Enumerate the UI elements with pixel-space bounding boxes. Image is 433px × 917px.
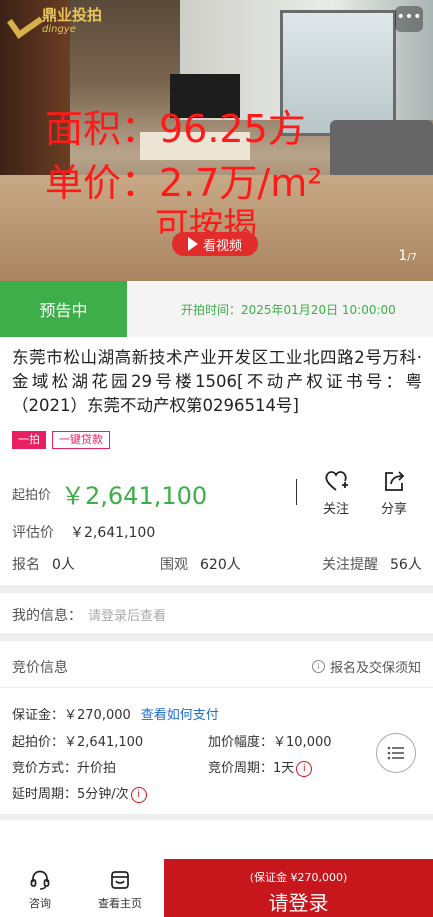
pager-total: /7 — [407, 252, 417, 263]
cycle-row: 竞价周期：1天 i — [208, 757, 313, 777]
follow-label: 关注 — [322, 502, 349, 517]
how-to-pay-link[interactable]: 查看如何支付 — [141, 708, 219, 723]
deposit-row: 保证金：￥270,000 查看如何支付 — [12, 704, 219, 723]
pager-current: 1 — [398, 248, 408, 264]
stat-watch: 围观 620人 — [160, 554, 241, 574]
bid-start-label: 起拍价： — [12, 735, 65, 750]
start-price-value: ￥2,641,100 — [61, 482, 208, 510]
watch-video-label: 看视频 — [202, 238, 242, 254]
property-title: 东莞市松山湖高新技术产业开发区工业北四路2号万科·金域松湖花园29号楼1506[… — [12, 348, 422, 415]
method-label: 竞价方式： — [12, 761, 78, 776]
follow-button[interactable]: 关注 — [316, 468, 356, 517]
estimate-price: 评估价 ￥2,641,100 — [12, 522, 155, 542]
heart-plus-icon — [325, 471, 348, 491]
logo-text-en: dingye — [42, 23, 76, 35]
stat-remind: 关注提醒 56人 — [322, 554, 422, 574]
bidding-notice-label: 报名及交保须知 — [329, 661, 421, 676]
stat-signup-label: 报名 — [12, 557, 40, 573]
estimate-label: 评估价 — [12, 525, 54, 541]
bidding-notice-link[interactable]: i 报名及交保须知 — [311, 657, 421, 676]
hero-image[interactable]: 鼎业投拍 dingye ••• 面积：96.25方 单价：2.7万/m² 可按揭… — [0, 0, 433, 281]
start-price: 起拍价 ￥2,641,100 — [12, 476, 207, 511]
deposit-value: ￥270,000 — [64, 708, 131, 723]
home-button[interactable]: 查看主页 — [80, 859, 160, 917]
section-divider — [0, 585, 433, 593]
start-price-label: 起拍价 — [12, 488, 52, 503]
stat-signup-value: 0人 — [52, 557, 75, 573]
more-options-button[interactable]: ••• — [395, 6, 423, 32]
increment-label: 加价幅度： — [208, 735, 274, 750]
overlay-area-text: 面积：96.25方 — [45, 107, 306, 151]
method-row: 竞价方式：升价拍 — [12, 757, 116, 776]
store-icon — [111, 871, 129, 889]
auction-status-bar: 预告中 开拍时间：2025年01月20日 10:00:00 — [0, 281, 433, 337]
method-value: 升价拍 — [77, 761, 117, 776]
login-button[interactable]: (保证金 ¥270,000) 请登录 — [164, 859, 433, 917]
share-icon — [385, 471, 405, 491]
delay-row: 延时周期：5分钟/次 i — [12, 783, 147, 803]
loan-badge[interactable]: 一键贷款 — [52, 431, 110, 449]
deposit-label: 保证金： — [12, 708, 65, 723]
estimate-value: ￥2,641,100 — [70, 525, 156, 541]
round-badge: 一拍 — [12, 431, 46, 449]
cycle-value: 1天 — [273, 761, 295, 776]
status-badge: 预告中 — [0, 281, 127, 337]
cycle-info-icon[interactable]: i — [296, 760, 313, 777]
list-icon — [387, 746, 404, 760]
login-label: 请登录 — [268, 891, 329, 915]
bidding-header: 竞价信息 — [12, 660, 68, 676]
stat-remind-label: 关注提醒 — [322, 557, 378, 573]
delay-value: 5分钟/次 — [77, 787, 129, 802]
increment-row: 加价幅度：￥10,000 — [208, 731, 332, 750]
section-divider — [0, 633, 433, 641]
login-deposit-note: (保证金 ¥270,000) — [249, 871, 348, 884]
consult-button[interactable]: 咨询 — [0, 859, 80, 917]
stat-watch-label: 围观 — [160, 557, 188, 573]
increment-value: ￥10,000 — [273, 735, 332, 750]
my-info-label: 我的信息： — [12, 608, 82, 624]
watermark-logo: 鼎业投拍 dingye — [8, 4, 128, 38]
image-pager: 1/7 — [398, 248, 417, 264]
hero-sofa — [330, 120, 433, 180]
divider — [296, 479, 297, 505]
stat-remind-value: 56人 — [390, 557, 422, 573]
cycle-label: 竞价周期： — [208, 761, 274, 776]
my-info-hint: 请登录后查看 — [88, 609, 167, 624]
home-label: 查看主页 — [98, 897, 142, 910]
bid-start-price-row: 起拍价：￥2,641,100 — [12, 731, 143, 750]
headset-icon — [30, 870, 50, 890]
share-button[interactable]: 分享 — [374, 468, 414, 517]
watch-video-button[interactable]: 看视频 — [172, 232, 258, 256]
share-label: 分享 — [380, 502, 407, 517]
delay-info-icon[interactable]: i — [130, 786, 147, 803]
logo-text-cn: 鼎业投拍 — [42, 5, 103, 24]
stat-signup: 报名 0人 — [12, 554, 75, 574]
consult-label: 咨询 — [29, 897, 51, 910]
my-info-row[interactable]: 我的信息： 请登录后查看 — [12, 605, 166, 625]
play-icon — [187, 237, 198, 251]
bid-start-value: ￥2,641,100 — [64, 735, 144, 750]
logo-mark-icon — [8, 6, 38, 36]
badge-row: 一拍 一键贷款 — [12, 431, 110, 449]
menu-list-button[interactable] — [376, 733, 416, 773]
start-time: 开拍时间：2025年01月20日 10:00:00 — [127, 281, 433, 337]
stat-watch-value: 620人 — [200, 557, 241, 573]
info-icon: i — [311, 660, 325, 673]
delay-label: 延时周期： — [12, 787, 78, 802]
section-divider — [0, 814, 433, 820]
divider — [0, 687, 433, 688]
